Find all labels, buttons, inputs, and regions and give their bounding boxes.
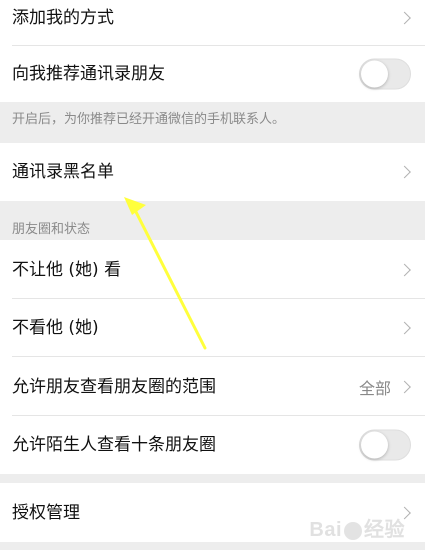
moments-range-row[interactable]: 允许朋友查看朋友圈的范围 全部 (0, 357, 425, 416)
dont-let-see-row[interactable]: 不让他 (她) 看 (0, 240, 425, 299)
dont-see-row[interactable]: 不看他 (她) (0, 299, 425, 357)
chevron-right-icon (398, 380, 411, 393)
dont-let-see-label: 不让他 (她) 看 (12, 259, 122, 280)
stranger-ten-posts-label: 允许陌生人查看十条朋友圈 (12, 435, 216, 455)
add-me-method-row[interactable]: 添加我的方式 (0, 0, 425, 46)
paw-icon (344, 521, 362, 540)
stranger-ten-posts-row: 允许陌生人查看十条朋友圈 (0, 416, 425, 474)
chevron-right-icon (398, 11, 411, 25)
baidu-watermark: Bai 经验 (309, 513, 405, 542)
moments-section-title: 朋友圈和状态 (12, 222, 91, 237)
add-me-method-label: 添加我的方式 (12, 8, 114, 28)
recommend-contacts-note: 开启后，为你推荐已经开通微信的手机联系人。 (12, 112, 286, 127)
chevron-right-icon (398, 321, 411, 335)
toggle-knob (361, 431, 388, 459)
contacts-blacklist-label: 通讯录黑名单 (12, 162, 114, 182)
stranger-ten-posts-toggle[interactable] (359, 429, 411, 461)
watermark-text2: 经验 (364, 519, 405, 541)
toggle-knob (361, 60, 388, 88)
recommend-contacts-toggle[interactable] (359, 58, 411, 90)
contacts-blacklist-row[interactable]: 通讯录黑名单 (0, 143, 425, 201)
dont-see-label: 不看他 (她) (12, 318, 99, 338)
recommend-contacts-row: 向我推荐通讯录朋友 (0, 46, 425, 102)
moments-range-label: 允许朋友查看朋友圈的范围 (12, 376, 216, 397)
moments-range-value: 全部 (358, 378, 391, 398)
authorization-label: 授权管理 (12, 502, 80, 523)
watermark-text: Bai (309, 519, 342, 541)
recommend-contacts-label: 向我推荐通讯录朋友 (12, 64, 165, 84)
chevron-right-icon (398, 263, 411, 276)
chevron-right-icon (398, 165, 411, 179)
